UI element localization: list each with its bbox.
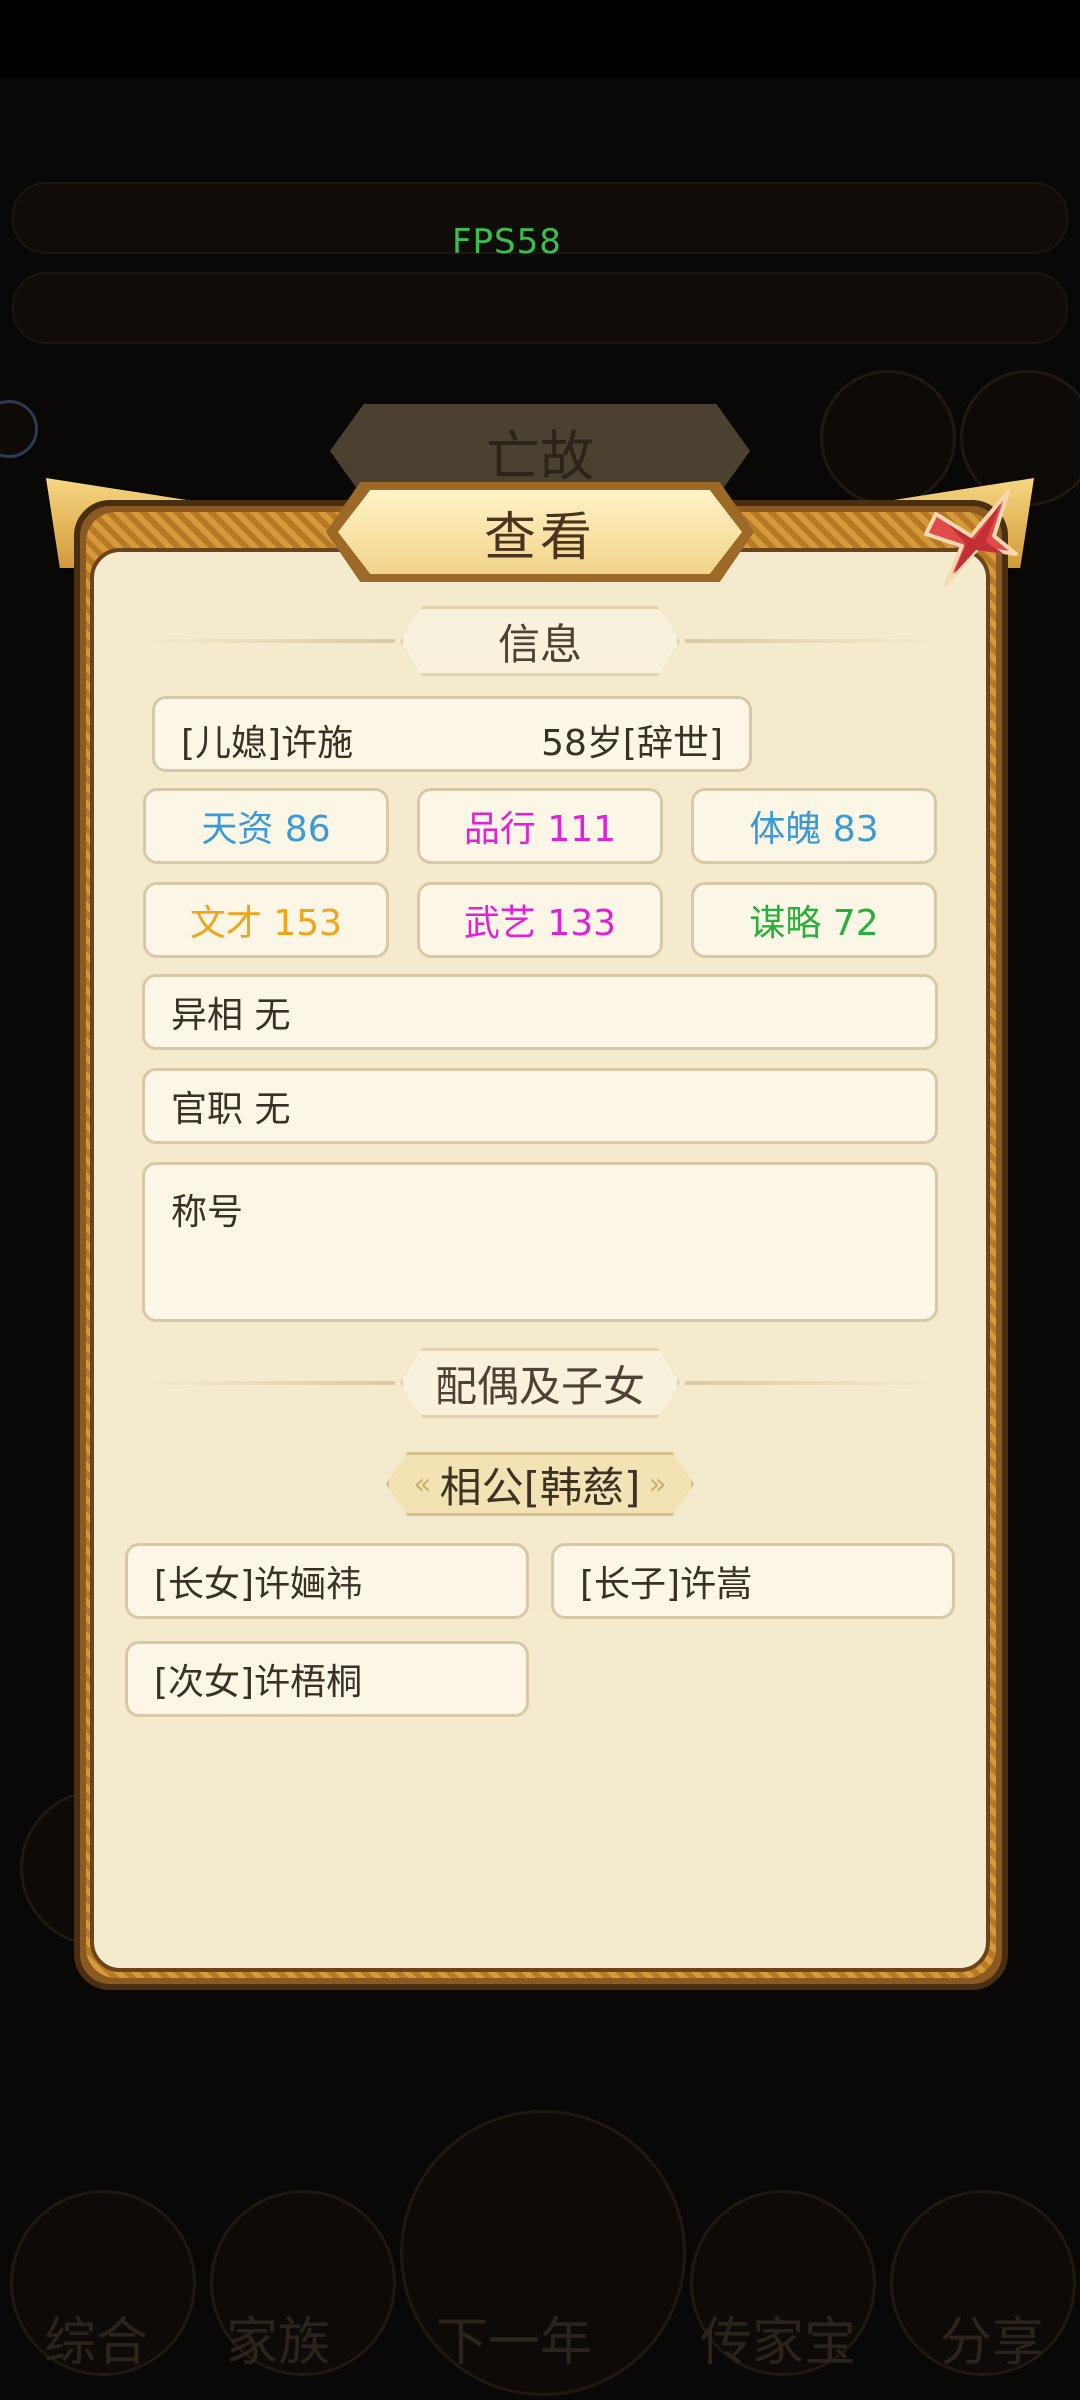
- bg-row-members: [12, 272, 1068, 344]
- child-button[interactable]: [次女]许梧桐: [125, 1641, 529, 1717]
- status-bar: [0, 0, 1080, 78]
- stat-literary: 文才 153: [143, 882, 389, 958]
- close-icon[interactable]: [916, 484, 1026, 594]
- nav-next-year[interactable]: 下一年: [436, 2300, 592, 2375]
- stat-strategy: 谋略 72: [691, 882, 937, 958]
- child-button[interactable]: [长女]许婳祎: [125, 1543, 529, 1619]
- info-section-header: 信息: [145, 606, 935, 676]
- child-name: [次女]许梧桐: [154, 1662, 363, 1703]
- nav-family[interactable]: 家族: [226, 2300, 330, 2375]
- title-box-label: 称号: [171, 1192, 244, 1233]
- person-name: [儿媳]许施: [181, 723, 354, 764]
- stat-martial: 武艺 133: [417, 882, 663, 958]
- divider-line: [685, 1381, 935, 1385]
- game-screen: 综合 家族 下一年 传家宝 分享 FPS58 亡故 查看 信息 [儿媳]许施 5…: [0, 0, 1080, 2400]
- chevron-left-icon: «: [413, 1466, 432, 1502]
- stat-physique-label: 体魄 83: [749, 809, 879, 850]
- dialog-title: 查看: [483, 507, 596, 568]
- child-name: [长子]许嵩: [580, 1564, 753, 1605]
- deceased-tab-label: 亡故: [486, 424, 594, 488]
- chevron-right-icon: »: [648, 1466, 667, 1502]
- family-header-label: 配偶及子女: [400, 1348, 680, 1418]
- bg-avatar-badge: [0, 400, 38, 458]
- title-box: 称号: [142, 1162, 938, 1322]
- spouse-name: 相公[韩慈]: [439, 1462, 641, 1512]
- features-text: 异相 无: [171, 995, 291, 1036]
- official-box: 官职 无: [142, 1068, 938, 1144]
- official-text: 官职 无: [171, 1089, 291, 1130]
- info-header-text: 信息: [497, 619, 582, 669]
- child-name: [长女]许婳祎: [154, 1564, 363, 1605]
- nav-share[interactable]: 分享: [940, 2300, 1044, 2375]
- features-box: 异相 无: [142, 974, 938, 1050]
- stat-strategy-label: 谋略 72: [749, 903, 879, 944]
- stat-literary-label: 文才 153: [189, 903, 343, 944]
- fps-counter: FPS58: [452, 222, 562, 262]
- child-button[interactable]: [长子]许嵩: [551, 1543, 955, 1619]
- family-header-text: 配偶及子女: [434, 1361, 645, 1411]
- stat-aptitude-label: 天资 86: [201, 809, 331, 850]
- stat-conduct-label: 品行 111: [463, 809, 617, 850]
- spouse-button[interactable]: « 相公[韩慈] »: [386, 1452, 694, 1516]
- stat-physique: 体魄 83: [691, 788, 937, 864]
- family-section-header: 配偶及子女: [145, 1348, 935, 1418]
- nav-general[interactable]: 综合: [44, 2300, 148, 2375]
- stat-martial-label: 武艺 133: [463, 903, 617, 944]
- divider-line: [145, 1381, 395, 1385]
- person-age-status: 58岁[辞世]: [541, 723, 723, 764]
- person-name-box: [儿媳]许施 58岁[辞世]: [152, 696, 752, 772]
- stat-aptitude: 天资 86: [143, 788, 389, 864]
- divider-line: [145, 639, 395, 643]
- info-header-label: 信息: [400, 606, 680, 676]
- stat-conduct: 品行 111: [417, 788, 663, 864]
- nav-heirloom[interactable]: 传家宝: [700, 2300, 856, 2375]
- divider-line: [685, 639, 935, 643]
- title-banner: 查看: [338, 490, 742, 574]
